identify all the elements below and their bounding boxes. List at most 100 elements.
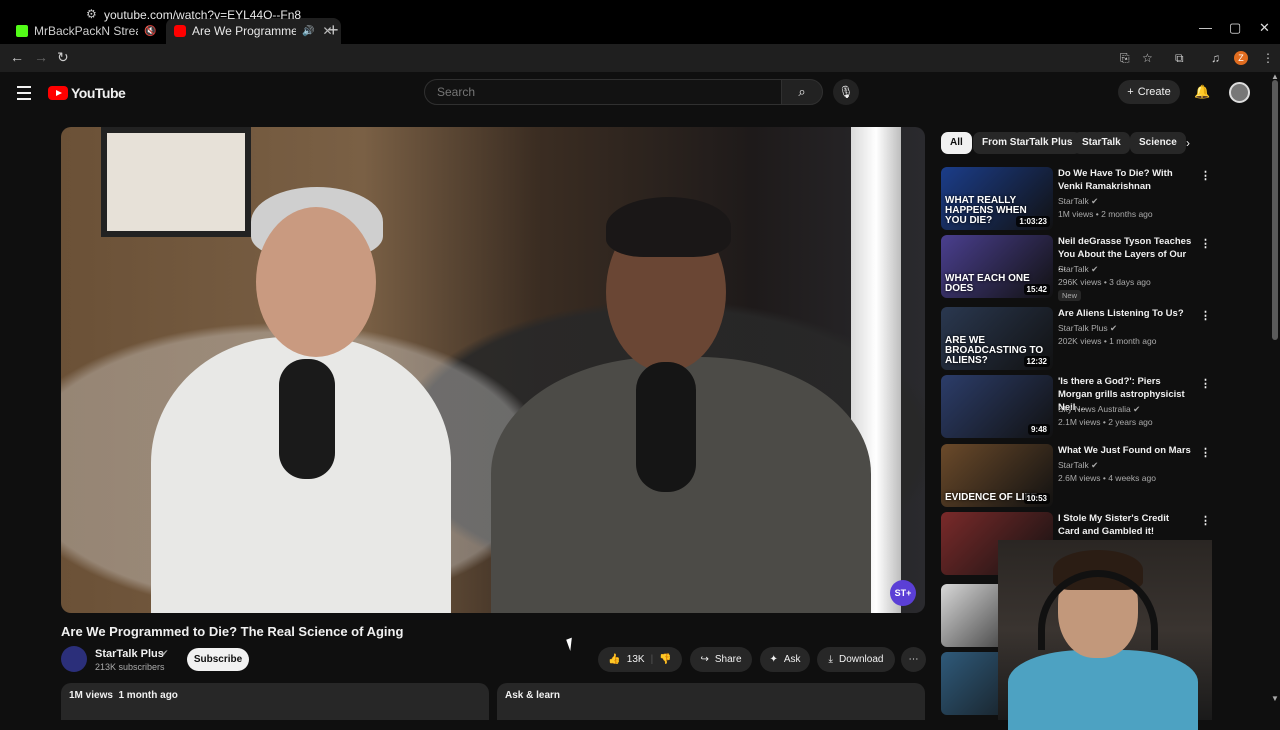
more-actions-button[interactable]: ⋯ [901, 647, 926, 672]
bookmark-star-icon[interactable]: ☆ [1142, 51, 1153, 65]
thumbs-down-icon[interactable]: 👎 [659, 654, 671, 665]
subscribe-button[interactable]: Subscribe [187, 648, 249, 671]
chip-all[interactable]: All [941, 132, 972, 154]
share-label: Share [714, 654, 742, 665]
chip-science[interactable]: Science [1130, 132, 1186, 154]
reload-icon[interactable]: ↻ [57, 49, 69, 66]
extensions-icon[interactable]: ⧉ [1175, 51, 1184, 66]
recommendation-item[interactable]: 9:48 'Is there a God?': Piers Morgan gril… [941, 375, 1211, 441]
verified-check-icon: ✔ [1107, 323, 1118, 333]
search-button[interactable]: ⌕ [781, 79, 823, 105]
address-bar-url[interactable]: youtube.com/watch?v=EYL44O--Fn8 [104, 8, 301, 22]
divider: | [650, 654, 654, 665]
plus-icon: + [1127, 86, 1134, 98]
chip-startalk[interactable]: StarTalk [1073, 132, 1130, 154]
more-vertical-icon[interactable]: ⋮ [1200, 377, 1211, 390]
video-duration: 12:32 [1023, 356, 1050, 367]
share-button[interactable]: ↪ Share [690, 647, 752, 672]
channel-name: StarTalk Plus [1058, 323, 1108, 333]
like-count: 13K [626, 654, 645, 665]
recommendation-channel[interactable]: StarTalk ✔ [1058, 196, 1098, 207]
youtube-logo[interactable]: YouTube [48, 85, 126, 101]
account-avatar[interactable] [1229, 82, 1250, 103]
recommendation-title[interactable]: I Stole My Sister's Credit Card and Gamb… [1058, 512, 1193, 538]
share-icon: ↪ [700, 654, 709, 665]
subscriber-count: 213K subscribers [95, 662, 165, 672]
recommendation-channel[interactable]: StarTalk Plus ✔ [1058, 323, 1117, 334]
download-button[interactable]: ⤓ Download [817, 647, 895, 672]
video-duration: 9:48 [1027, 424, 1050, 435]
channel-name[interactable]: StarTalk Plus [95, 648, 164, 660]
recommendation-title[interactable]: Are Aliens Listening To Us? [1058, 307, 1193, 320]
back-icon[interactable]: ← [10, 49, 24, 65]
page-scrollbar[interactable] [1272, 80, 1278, 340]
video-frame-microphone-right [636, 362, 696, 492]
menu-hamburger-icon[interactable] [17, 86, 31, 104]
recommendation-item[interactable]: EVIDENCE OF LIFE 10:53 What We Just Found … [941, 444, 1211, 510]
channel-name: StarTalk [1058, 460, 1089, 470]
like-button[interactable]: 👍 13K [608, 654, 644, 665]
video-frame-microphone-left [279, 359, 335, 479]
verified-check-icon: ✔ [161, 648, 169, 658]
site-info-icon[interactable]: ⚙ [86, 7, 97, 21]
notifications-bell-icon[interactable]: 🔔 [1194, 84, 1210, 100]
webcam-hoodie [1008, 650, 1198, 730]
ask-learn-label: Ask & learn [505, 690, 561, 701]
recommendation-title[interactable]: Do We Have To Die? With Venki Ramakrishn… [1058, 167, 1193, 193]
more-vertical-icon[interactable]: ⋮ [1200, 309, 1211, 322]
media-control-icon[interactable]: ♫ [1211, 51, 1220, 65]
browser-menu-icon[interactable]: ⋮ [1262, 51, 1274, 65]
channel-name: StarTalk [1058, 264, 1089, 274]
verified-check-icon: ✔ [1088, 460, 1099, 470]
voice-search-button[interactable]: 🎙 [833, 79, 859, 105]
more-vertical-icon[interactable]: ⋮ [1200, 514, 1211, 527]
youtube-play-icon [48, 86, 68, 100]
ask-button[interactable]: ✦ Ask [760, 647, 810, 672]
recommendation-channel[interactable]: Sky News Australia ✔ [1058, 404, 1140, 415]
more-vertical-icon[interactable]: ⋮ [1200, 446, 1211, 459]
scroll-down-icon[interactable]: ▼ [1271, 694, 1279, 703]
chip-from-startalk-plus[interactable]: From StarTalk Plus [973, 132, 1082, 154]
sparkle-icon: ✦ [769, 654, 778, 665]
muted-icon[interactable]: 🔇 [144, 26, 156, 37]
new-tab-icon[interactable]: + [328, 20, 339, 41]
recommendation-item[interactable]: WHAT REALLY HAPPENS WHEN YOU DIE? 1:03:23… [941, 167, 1211, 233]
logo-text: YouTube [71, 85, 126, 101]
ask-learn-panel[interactable]: Ask & learn [497, 683, 925, 720]
install-app-icon[interactable]: ⎘ [1120, 51, 1130, 66]
recommendation-channel[interactable]: StarTalk ✔ [1058, 264, 1098, 275]
chevron-right-icon[interactable]: › [1186, 136, 1190, 150]
audio-playing-icon[interactable]: 🔊 [302, 26, 314, 37]
maximize-icon[interactable]: ▢ [1229, 20, 1241, 36]
video-thumbnail[interactable]: WHAT REALLY HAPPENS WHEN YOU DIE? 1:03:23 [941, 167, 1053, 230]
create-button[interactable]: + Create [1118, 80, 1180, 104]
video-thumbnail[interactable]: 9:48 [941, 375, 1053, 438]
video-frame-hair-right [606, 197, 731, 257]
verified-check-icon: ✔ [1088, 264, 1099, 274]
description-box[interactable]: 1M views 1 month ago [61, 683, 489, 720]
video-thumbnail[interactable]: EVIDENCE OF LIFE 10:53 [941, 444, 1053, 507]
search-input[interactable] [425, 80, 765, 104]
more-vertical-icon[interactable]: ⋮ [1200, 237, 1211, 250]
channel-watermark[interactable]: ST+ [890, 580, 916, 606]
recommendation-meta: 202K views • 1 month ago [1058, 336, 1157, 346]
recommendation-item[interactable]: ARE WE BROADCASTING TO ALIENS? 12:32 Are A… [941, 307, 1211, 373]
close-window-icon[interactable]: ✕ [1259, 20, 1270, 36]
verified-check-icon: ✔ [1130, 404, 1141, 414]
channel-avatar[interactable] [61, 646, 87, 672]
scroll-up-icon[interactable]: ▲ [1271, 72, 1279, 81]
forward-icon[interactable]: → [34, 49, 48, 65]
more-vertical-icon[interactable]: ⋮ [1200, 169, 1211, 182]
recommendation-channel[interactable]: StarTalk ✔ [1058, 460, 1098, 471]
profile-avatar[interactable]: Z [1234, 51, 1248, 65]
recommendation-item[interactable]: WHAT EACH ONE DOES 15:42 Neil deGrasse Tys… [941, 235, 1211, 301]
kick-favicon-icon [16, 25, 28, 37]
minimize-icon[interactable]: — [1199, 20, 1212, 35]
recommendation-title[interactable]: What We Just Found on Mars [1058, 444, 1193, 457]
search-box[interactable] [424, 79, 782, 105]
video-player[interactable] [61, 127, 925, 613]
channel-name: StarTalk [1058, 196, 1089, 206]
video-thumbnail[interactable]: WHAT EACH ONE DOES 15:42 [941, 235, 1053, 298]
tab-title: Are We Programmed to Die [192, 24, 296, 38]
video-thumbnail[interactable]: ARE WE BROADCASTING TO ALIENS? 12:32 [941, 307, 1053, 370]
